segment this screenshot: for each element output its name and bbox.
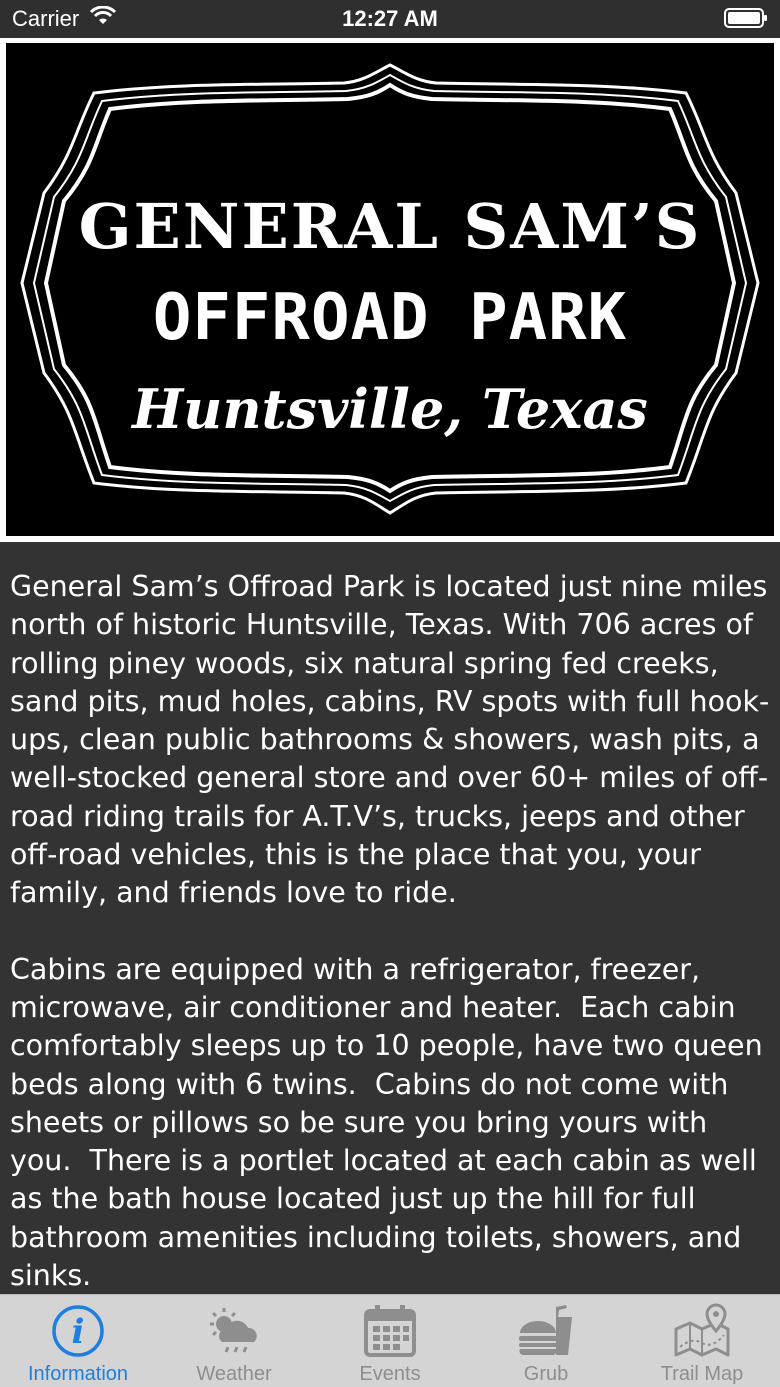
svg-text:i: i — [72, 1312, 85, 1352]
park-logo-banner: GENERAL SAM’S OFFROAD PARK Huntsville, T… — [0, 38, 780, 542]
calendar-icon — [360, 1303, 420, 1359]
logo-line3: Huntsville, Texas — [130, 377, 648, 441]
intro-paragraph: General Sam’s Offroad Park is located ju… — [10, 570, 777, 910]
map-icon — [672, 1303, 732, 1359]
park-logo: GENERAL SAM’S OFFROAD PARK Huntsville, T… — [6, 43, 774, 536]
ornate-frame-icon: GENERAL SAM’S OFFROAD PARK Huntsville, T… — [20, 63, 760, 515]
weather-icon — [204, 1303, 264, 1359]
tab-information[interactable]: i Information — [0, 1295, 156, 1387]
tab-trail-map-label: Trail Map — [660, 1363, 744, 1385]
battery-icon — [724, 8, 768, 28]
tab-events[interactable]: Events — [312, 1295, 468, 1387]
tab-trail-map[interactable]: Trail Map — [624, 1295, 780, 1387]
logo-line1: GENERAL SAM’S — [79, 190, 702, 263]
tab-information-label: Information — [27, 1363, 129, 1385]
app-screen: Carrier 12:27 AM GENERAL SAM’S OFFROAD P… — [0, 0, 780, 1387]
tab-grub[interactable]: Grub — [468, 1295, 624, 1387]
tab-bar: i Information Weather Events Grub Trail … — [0, 1294, 780, 1387]
info-icon: i — [48, 1303, 108, 1359]
status-bar: Carrier 12:27 AM — [0, 0, 780, 38]
status-time: 12:27 AM — [342, 6, 438, 31]
tab-events-label: Events — [359, 1363, 421, 1385]
tab-grub-label: Grub — [523, 1363, 569, 1385]
cabins-paragraph: Cabins are equipped with a refrigerator,… — [10, 952, 772, 1293]
tab-weather[interactable]: Weather — [156, 1295, 312, 1387]
information-content[interactable]: General Sam’s Offroad Park is located ju… — [0, 542, 780, 1294]
food-icon — [516, 1303, 576, 1359]
tab-weather-label: Weather — [196, 1363, 272, 1385]
logo-line2: OFFROAD PARK — [153, 281, 627, 355]
